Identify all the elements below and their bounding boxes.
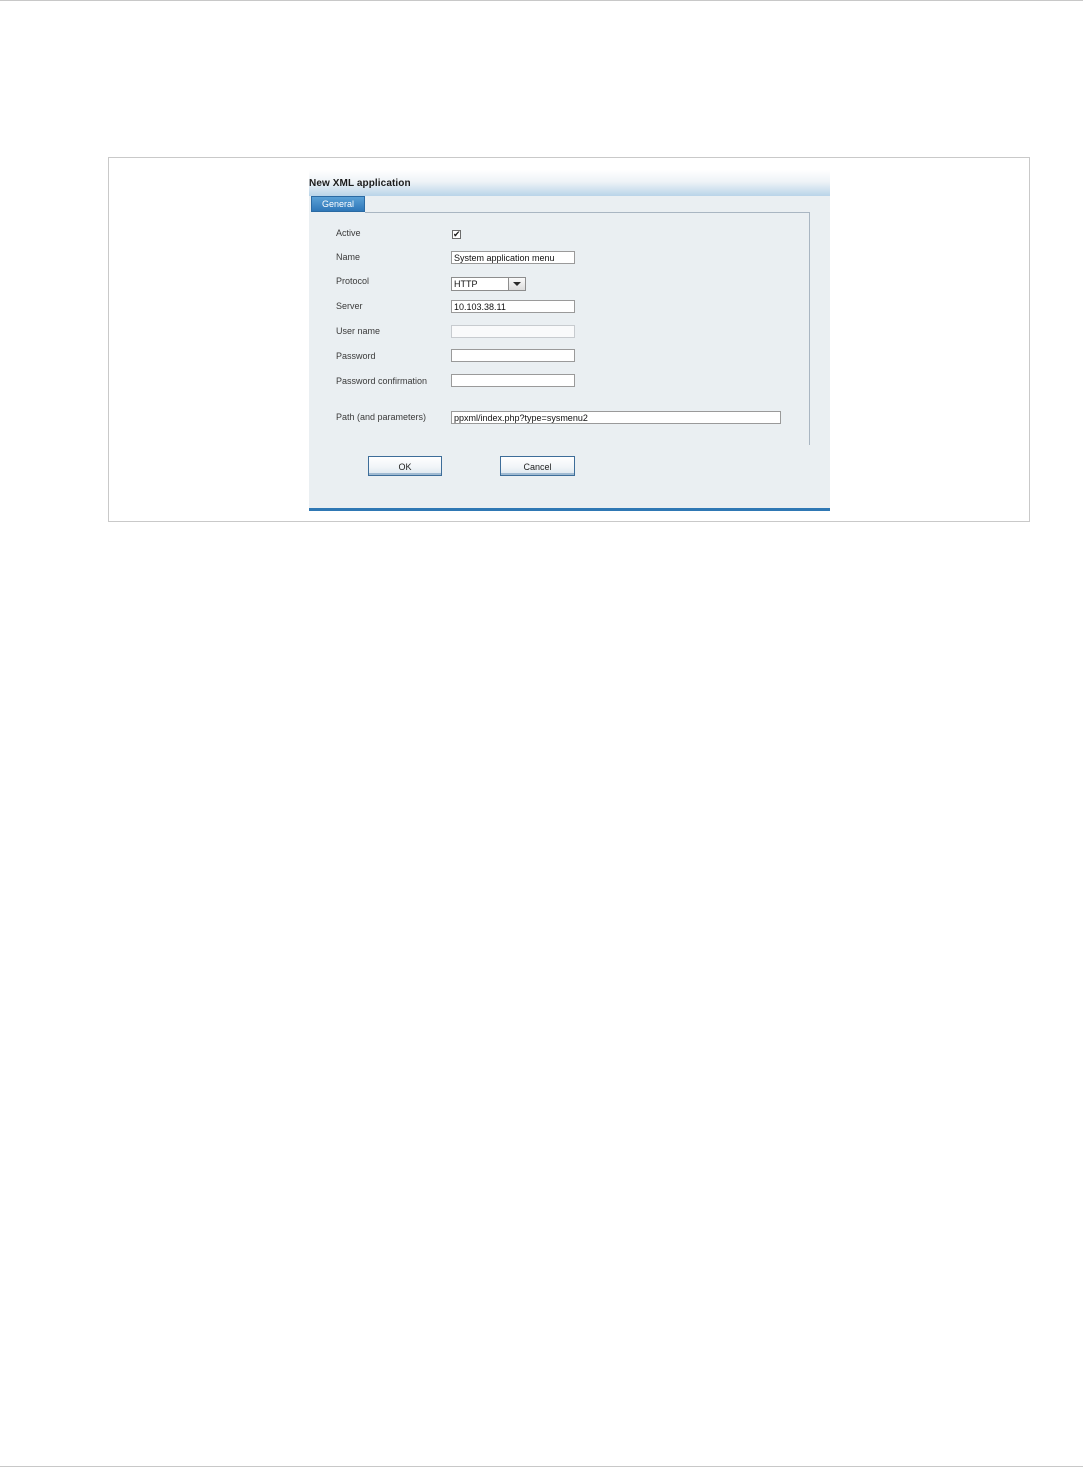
cancel-button[interactable]: Cancel (500, 456, 575, 476)
password-confirmation-field[interactable] (451, 374, 575, 387)
username-label: User name (336, 326, 381, 336)
name-label: Name (336, 252, 361, 262)
tab-strip: General (309, 196, 830, 212)
dialog-title: New XML application (309, 178, 411, 189)
protocol-label: Protocol (336, 276, 370, 286)
path-field[interactable] (451, 411, 781, 424)
top-rule (0, 0, 1083, 1)
protocol-select[interactable]: HTTP (451, 277, 526, 291)
name-field[interactable] (451, 251, 575, 264)
check-icon: ✔ (453, 229, 461, 239)
active-label: Active (336, 228, 361, 238)
password-confirmation-label: Password confirmation (336, 376, 428, 386)
active-checkbox[interactable]: ✔ (452, 229, 461, 239)
protocol-value: HTTP (454, 279, 478, 289)
password-label: Password (336, 351, 376, 361)
server-label: Server (336, 301, 363, 311)
new-xml-application-dialog: New XML application General Active ✔ Nam… (309, 170, 830, 511)
chevron-down-icon[interactable] (508, 278, 525, 290)
tab-general[interactable]: General (311, 196, 365, 212)
username-field[interactable] (451, 325, 575, 338)
path-label: Path (and parameters) (336, 412, 427, 422)
server-field[interactable] (451, 300, 575, 313)
bottom-rule (0, 1466, 1083, 1467)
dialog-title-bar: New XML application (309, 170, 830, 196)
password-field[interactable] (451, 349, 575, 362)
ok-button[interactable]: OK (368, 456, 442, 476)
